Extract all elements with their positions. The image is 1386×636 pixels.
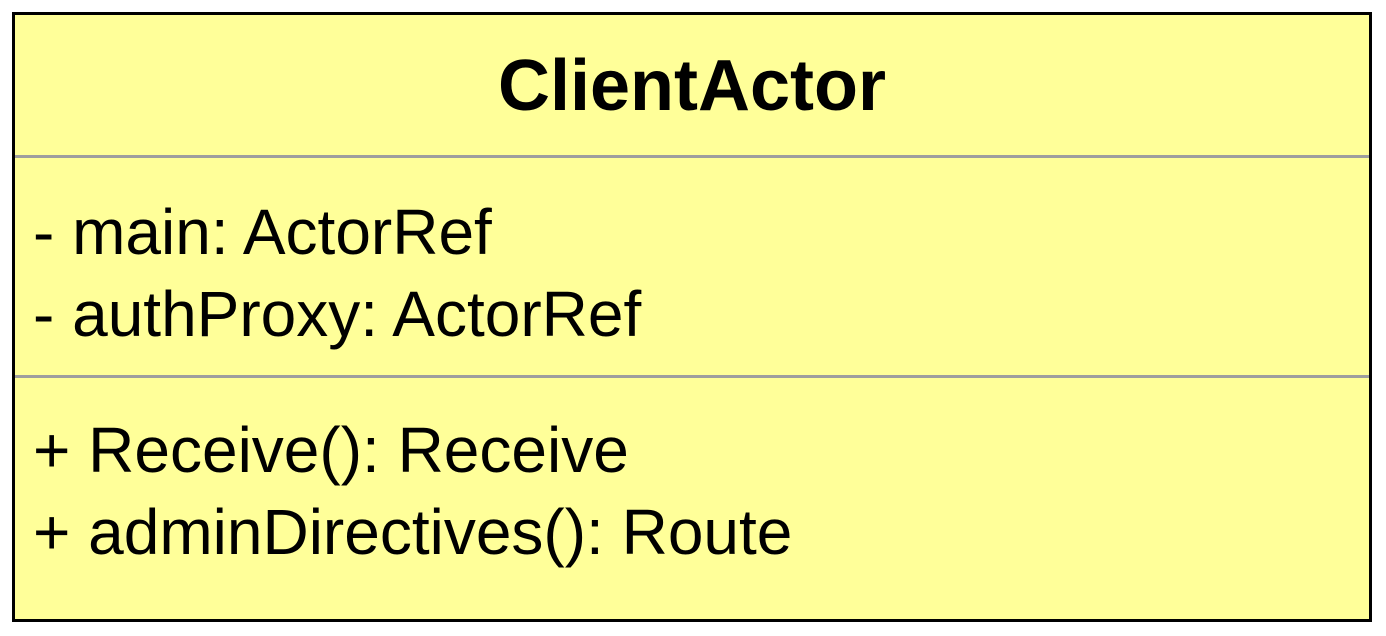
name-attributes-divider [15, 155, 1369, 158]
operations-compartment: + Receive(): Receive + adminDirectives()… [33, 409, 1359, 573]
class-name: ClientActor [497, 45, 887, 126]
attribute-auth-proxy: - authProxy: ActorRef [33, 278, 642, 350]
attributes-operations-divider [15, 375, 1369, 378]
uml-class-box: ClientActor - main: ActorRef - authProxy… [12, 12, 1372, 622]
attribute-main: - main: ActorRef [33, 196, 492, 268]
operation-receive: + Receive(): Receive [33, 414, 629, 486]
operation-admin-directives: + adminDirectives(): Route [33, 496, 793, 568]
attributes-compartment: - main: ActorRef - authProxy: ActorRef [33, 191, 1359, 355]
